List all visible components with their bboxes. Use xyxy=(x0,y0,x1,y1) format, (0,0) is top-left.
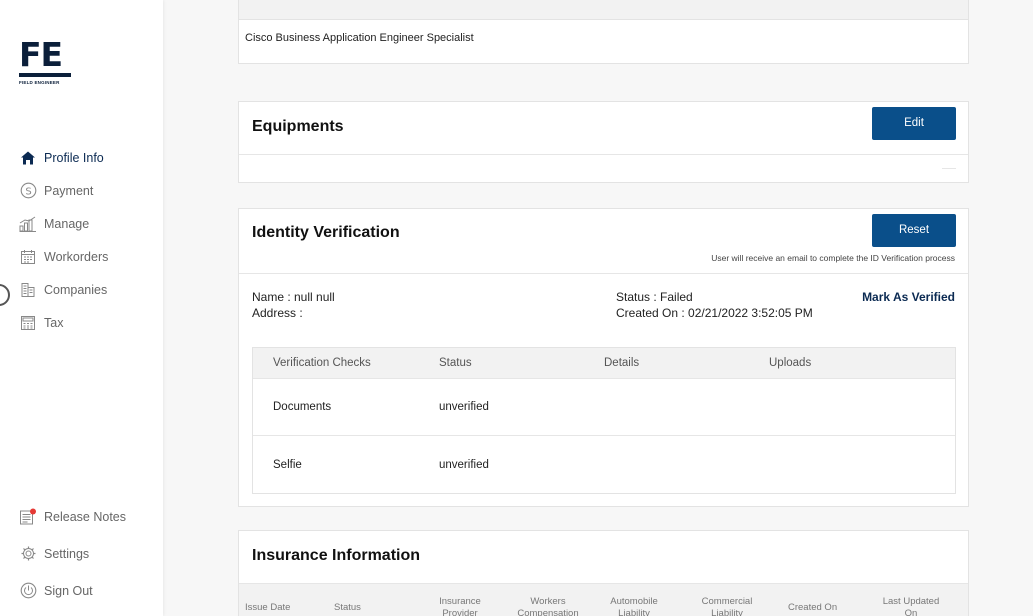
field-engineer-logo[interactable]: FE FIELD ENGINEER xyxy=(19,38,79,85)
sidebar-item-label: Sign Out xyxy=(44,583,93,598)
dollar-circle-icon: S xyxy=(19,182,37,200)
check-name: Documents xyxy=(273,401,332,413)
mark-as-verified-link[interactable]: Mark As Verified xyxy=(862,290,955,304)
sidebar-item-companies[interactable]: Companies xyxy=(19,273,108,306)
building-icon xyxy=(19,281,37,299)
sidebar-item-label: Settings xyxy=(44,546,90,561)
insurance-title: Insurance Information xyxy=(252,547,421,564)
equipments-card-header: Equipments Edit xyxy=(239,102,968,155)
divider xyxy=(942,168,956,169)
sidebar-item-workorders[interactable]: Workorders xyxy=(19,240,108,273)
sidebar-item-settings[interactable]: Settings xyxy=(19,535,126,572)
logo-subtitle: FIELD ENGINEER xyxy=(19,80,60,85)
identity-verification-card: Identity Verification Reset User will re… xyxy=(238,208,969,507)
sidebar-item-label: Profile Info xyxy=(44,150,104,165)
reset-button[interactable]: Reset xyxy=(872,214,956,247)
equipments-title: Equipments xyxy=(252,118,344,135)
svg-text:S: S xyxy=(25,186,31,197)
sidebar-item-label: Release Notes xyxy=(44,509,126,524)
sidebar-item-label: Payment xyxy=(44,183,94,198)
sidebar: FE FIELD ENGINEER Profile Info S Payment… xyxy=(0,0,163,616)
identity-name: Name : null null xyxy=(252,290,335,304)
sidebar-item-tax[interactable]: Tax xyxy=(19,306,108,339)
identity-title: Identity Verification xyxy=(252,224,400,241)
skill-item: Cisco Business Application Engineer Spec… xyxy=(245,32,474,44)
table-header-row: Verification Checks Status Details Uploa… xyxy=(253,348,955,379)
check-name: Selfie xyxy=(273,458,302,471)
gear-icon xyxy=(19,545,37,563)
column-header: Workers Compensation xyxy=(517,596,579,616)
logo-mark: FE xyxy=(19,35,63,74)
insurance-card-header: Insurance Information xyxy=(239,531,968,584)
skills-card: Cisco Business Application Engineer Spec… xyxy=(238,0,969,64)
table-row: Selfie unverified xyxy=(253,436,955,493)
calculator-icon xyxy=(19,314,37,332)
sidebar-item-sign-out[interactable]: Sign Out xyxy=(19,572,126,609)
home-icon xyxy=(19,149,37,167)
reset-note: User will receive an email to complete t… xyxy=(711,253,955,263)
sidebar-item-label: Workorders xyxy=(44,249,109,264)
sidebar-item-manage[interactable]: Manage xyxy=(19,207,108,240)
insurance-table-header: Issue Date Status Insurance Provider Wor… xyxy=(239,584,968,616)
identity-created-on: Created On : 02/21/2022 3:52:05 PM xyxy=(616,306,813,320)
column-header: Automobile Liability xyxy=(610,596,658,616)
power-icon xyxy=(19,582,37,600)
verification-table: Verification Checks Status Details Uploa… xyxy=(252,347,956,494)
calendar-icon xyxy=(19,248,37,266)
identity-status: Status : Failed xyxy=(616,290,693,304)
check-status: unverified xyxy=(439,401,489,413)
column-header: Created On xyxy=(788,602,838,613)
column-header: Commercial Liability xyxy=(701,596,753,616)
column-header: Insurance Provider xyxy=(439,596,481,616)
column-header: Issue Date xyxy=(245,602,291,613)
identity-address: Address : xyxy=(252,306,303,320)
bar-chart-icon xyxy=(19,215,37,233)
sidebar-item-release-notes[interactable]: Release Notes xyxy=(19,498,126,535)
edit-button[interactable]: Edit xyxy=(872,107,956,140)
skills-card-header xyxy=(239,0,968,20)
identity-card-header: Identity Verification Reset User will re… xyxy=(239,209,968,274)
sidebar-item-label: Manage xyxy=(44,216,90,231)
insurance-card: Insurance Information Issue Date Status … xyxy=(238,530,969,616)
check-status: unverified xyxy=(439,458,489,471)
sidebar-bottom-nav: Release Notes Settings Sign Out xyxy=(19,498,126,609)
column-header: Details xyxy=(604,357,640,369)
column-header: Last Updated On xyxy=(882,596,940,616)
sidebar-item-payment[interactable]: S Payment xyxy=(19,174,108,207)
sidebar-item-label: Companies xyxy=(44,282,108,297)
column-header: Uploads xyxy=(769,357,812,369)
column-header: Status xyxy=(334,602,361,613)
table-row: Documents unverified xyxy=(253,379,955,436)
column-header: Status xyxy=(439,357,472,369)
document-badge-icon xyxy=(19,508,37,526)
sidebar-nav: Profile Info S Payment Manage Workorders… xyxy=(19,141,108,339)
column-header: Verification Checks xyxy=(273,357,371,369)
equipments-card: Equipments Edit xyxy=(238,101,969,183)
sidebar-item-profile-info[interactable]: Profile Info xyxy=(19,141,108,174)
sidebar-item-label: Tax xyxy=(44,315,64,330)
